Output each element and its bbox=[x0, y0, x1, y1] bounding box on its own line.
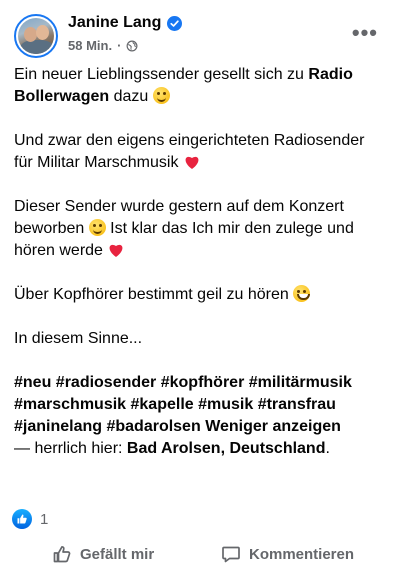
like-reaction-icon bbox=[12, 509, 32, 529]
author-name[interactable]: Janine Lang bbox=[68, 14, 161, 32]
verified-badge-icon bbox=[167, 15, 183, 31]
paragraph-1-tail: dazu bbox=[109, 88, 153, 105]
reaction-summary[interactable]: 1 bbox=[12, 509, 48, 529]
thumbs-up-icon bbox=[53, 545, 71, 563]
location-line: — herrlich hier: Bad Arolsen, Deutschlan… bbox=[14, 438, 386, 460]
show-less-link[interactable]: Weniger anzeigen bbox=[205, 418, 341, 435]
post-header: Janine Lang 58 Min. · ••• bbox=[0, 0, 400, 64]
avatar[interactable] bbox=[14, 14, 58, 58]
heart-emoji-icon bbox=[109, 244, 123, 257]
paragraph-3: Dieser Sender wurde gestern auf dem Konz… bbox=[14, 196, 386, 262]
meta-separator: · bbox=[117, 38, 122, 53]
paragraph-2: Und zwar den eigens eingerichteten Radio… bbox=[14, 130, 386, 174]
avatar-photo bbox=[18, 18, 54, 54]
hashtags: #neu #radiosender #kopfhörer #militärmus… bbox=[14, 372, 386, 438]
paragraph-4-text: Über Kopfhörer bestimmt geil zu hören bbox=[14, 286, 294, 303]
location-link[interactable]: Bad Arolsen, Deutschland bbox=[127, 440, 326, 457]
post-text: Ein neuer Lieblingssender gesellt sich z… bbox=[14, 64, 386, 460]
smile-emoji-icon bbox=[152, 87, 170, 104]
comment-button[interactable]: Kommentieren bbox=[221, 544, 354, 564]
grin-emoji-icon bbox=[293, 285, 311, 302]
paragraph-4: Über Kopfhörer bestimmt geil zu hören bbox=[14, 284, 386, 306]
reaction-count: 1 bbox=[40, 510, 49, 528]
location-prefix: — herrlich hier: bbox=[14, 440, 127, 457]
smile-emoji-icon bbox=[88, 219, 106, 236]
comment-button-label: Kommentieren bbox=[249, 545, 355, 563]
paragraph-5: In diesem Sinne... bbox=[14, 328, 386, 350]
paragraph-1: Ein neuer Lieblingssender gesellt sich z… bbox=[14, 64, 386, 108]
heart-emoji-icon bbox=[185, 156, 199, 169]
like-button[interactable]: Gefällt mir bbox=[52, 544, 154, 564]
post-actions: Gefällt mir Kommentieren bbox=[0, 538, 400, 567]
globe-icon[interactable] bbox=[126, 40, 138, 52]
paragraph-1-text: Ein neuer Lieblingssender gesellt sich z… bbox=[14, 66, 309, 83]
author-row: Janine Lang bbox=[68, 14, 183, 32]
more-options-icon[interactable]: ••• bbox=[352, 22, 378, 44]
comment-icon bbox=[222, 546, 240, 563]
post-meta: 58 Min. · bbox=[68, 38, 138, 53]
location-suffix: . bbox=[325, 440, 330, 457]
paragraph-5-text: In diesem Sinne... bbox=[14, 330, 143, 347]
post-timestamp[interactable]: 58 Min. bbox=[68, 38, 112, 53]
like-button-label: Gefällt mir bbox=[80, 545, 155, 563]
